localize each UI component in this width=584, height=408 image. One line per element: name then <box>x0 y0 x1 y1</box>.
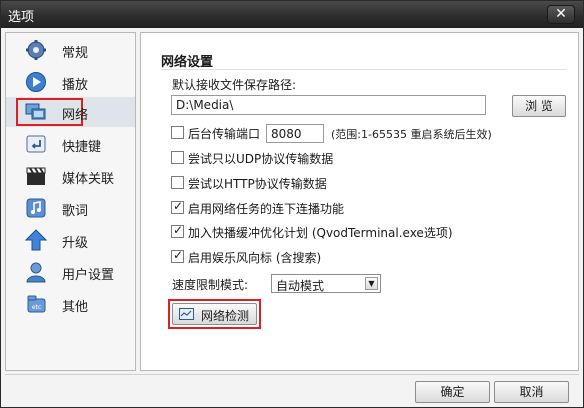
svg-text:etc: etc <box>32 304 41 311</box>
http-label: 尝试以HTTP协议传输数据 <box>188 177 327 191</box>
network-icon <box>25 103 46 120</box>
sidebar-item-lyrics[interactable]: 歌词 <box>6 193 135 223</box>
sidebar-item-label: 网络 <box>62 108 89 123</box>
port-hint: (范围:1-65535 重启系统后生效) <box>331 128 492 141</box>
shortcut-key-icon <box>26 135 46 153</box>
sidebar-item-shortcuts[interactable]: 快捷键 <box>6 129 135 159</box>
section-divider <box>161 69 567 70</box>
sidebar-item-media-association[interactable]: 媒体关联 <box>6 161 135 191</box>
title-bar[interactable]: 选项 ✕ <box>1 1 583 28</box>
udp-only-checkbox[interactable] <box>171 151 184 164</box>
network-check-icon <box>179 308 194 320</box>
port-input[interactable]: 8080 <box>266 124 324 143</box>
save-path-label: 默认接收文件保存路径: <box>172 78 297 92</box>
chevron-down-icon[interactable]: ▼ <box>365 277 378 290</box>
sidebar: 常规 播放 网络 快捷键 媒体关联 歌词 升级 用户设置 etc 其他 <box>5 32 136 371</box>
play-icon <box>26 72 46 92</box>
udp-only-label: 尝试只以UDP协议传输数据 <box>188 152 334 166</box>
speed-mode-value: 自动模式 <box>276 279 325 293</box>
network-settings-panel: 网络设置 默认接收文件保存路径: D:\Media\ 浏 览 后台传输端口 80… <box>140 32 579 371</box>
close-icon: ✕ <box>555 6 567 22</box>
sidebar-item-label: 用户设置 <box>62 268 115 283</box>
options-dialog: 选项 ✕ 常规 播放 网络 快捷键 媒体关联 歌词 升级 用户设置 etc 其他… <box>0 0 584 408</box>
sidebar-item-label: 常规 <box>62 46 89 61</box>
etc-icon: etc <box>27 295 46 313</box>
sidebar-item-label: 升级 <box>62 236 89 251</box>
window-title: 选项 <box>8 10 35 25</box>
clapperboard-icon <box>26 167 46 185</box>
background-port-label: 后台传输端口 <box>188 127 261 141</box>
resume-label: 启用网络任务的连下连播功能 <box>188 202 345 216</box>
optimize-label: 加入快播缓冲优化计划 (QvodTerminal.exe选项) <box>188 226 453 240</box>
http-checkbox[interactable] <box>171 176 184 189</box>
sidebar-item-playback[interactable]: 播放 <box>6 67 135 97</box>
background-port-checkbox[interactable] <box>171 126 184 139</box>
ok-button[interactable]: 确定 <box>415 381 490 403</box>
tray-checkbox[interactable] <box>171 248 184 263</box>
net-check-label: 网络检测 <box>201 309 250 323</box>
tray-label: 启用娱乐风向标 (含搜索) <box>188 251 322 265</box>
sidebar-item-upgrade[interactable]: 升级 <box>6 225 135 255</box>
cancel-button[interactable]: 取消 <box>494 381 569 403</box>
sidebar-item-general[interactable]: 常规 <box>6 35 135 65</box>
net-check-highlight: 网络检测 <box>168 299 261 329</box>
sidebar-item-user-settings[interactable]: 用户设置 <box>6 257 135 287</box>
sidebar-item-label: 歌词 <box>62 204 89 219</box>
section-title: 网络设置 <box>161 55 214 70</box>
sidebar-item-label: 播放 <box>62 78 89 93</box>
sidebar-item-label: 快捷键 <box>62 140 102 155</box>
optimize-checkbox[interactable] <box>171 223 184 238</box>
net-check-button[interactable]: 网络检测 <box>172 303 257 325</box>
speed-mode-label: 速度限制模式: <box>172 278 249 292</box>
footer-divider <box>5 374 579 375</box>
browse-button[interactable]: 浏 览 <box>512 95 566 117</box>
user-icon <box>26 262 46 283</box>
resume-checkbox[interactable] <box>171 199 184 214</box>
sidebar-item-label: 其他 <box>62 300 89 315</box>
save-path-input[interactable]: D:\Media\ <box>171 95 486 115</box>
gear-icon <box>26 40 46 60</box>
music-note-icon <box>26 198 46 218</box>
sidebar-item-other[interactable]: etc 其他 <box>6 289 135 319</box>
upgrade-arrow-icon <box>25 229 47 251</box>
sidebar-item-network[interactable]: 网络 <box>6 97 135 127</box>
sidebar-item-label: 媒体关联 <box>62 172 115 187</box>
speed-mode-select[interactable]: 自动模式 ▼ <box>271 274 381 293</box>
close-button[interactable]: ✕ <box>547 5 575 24</box>
